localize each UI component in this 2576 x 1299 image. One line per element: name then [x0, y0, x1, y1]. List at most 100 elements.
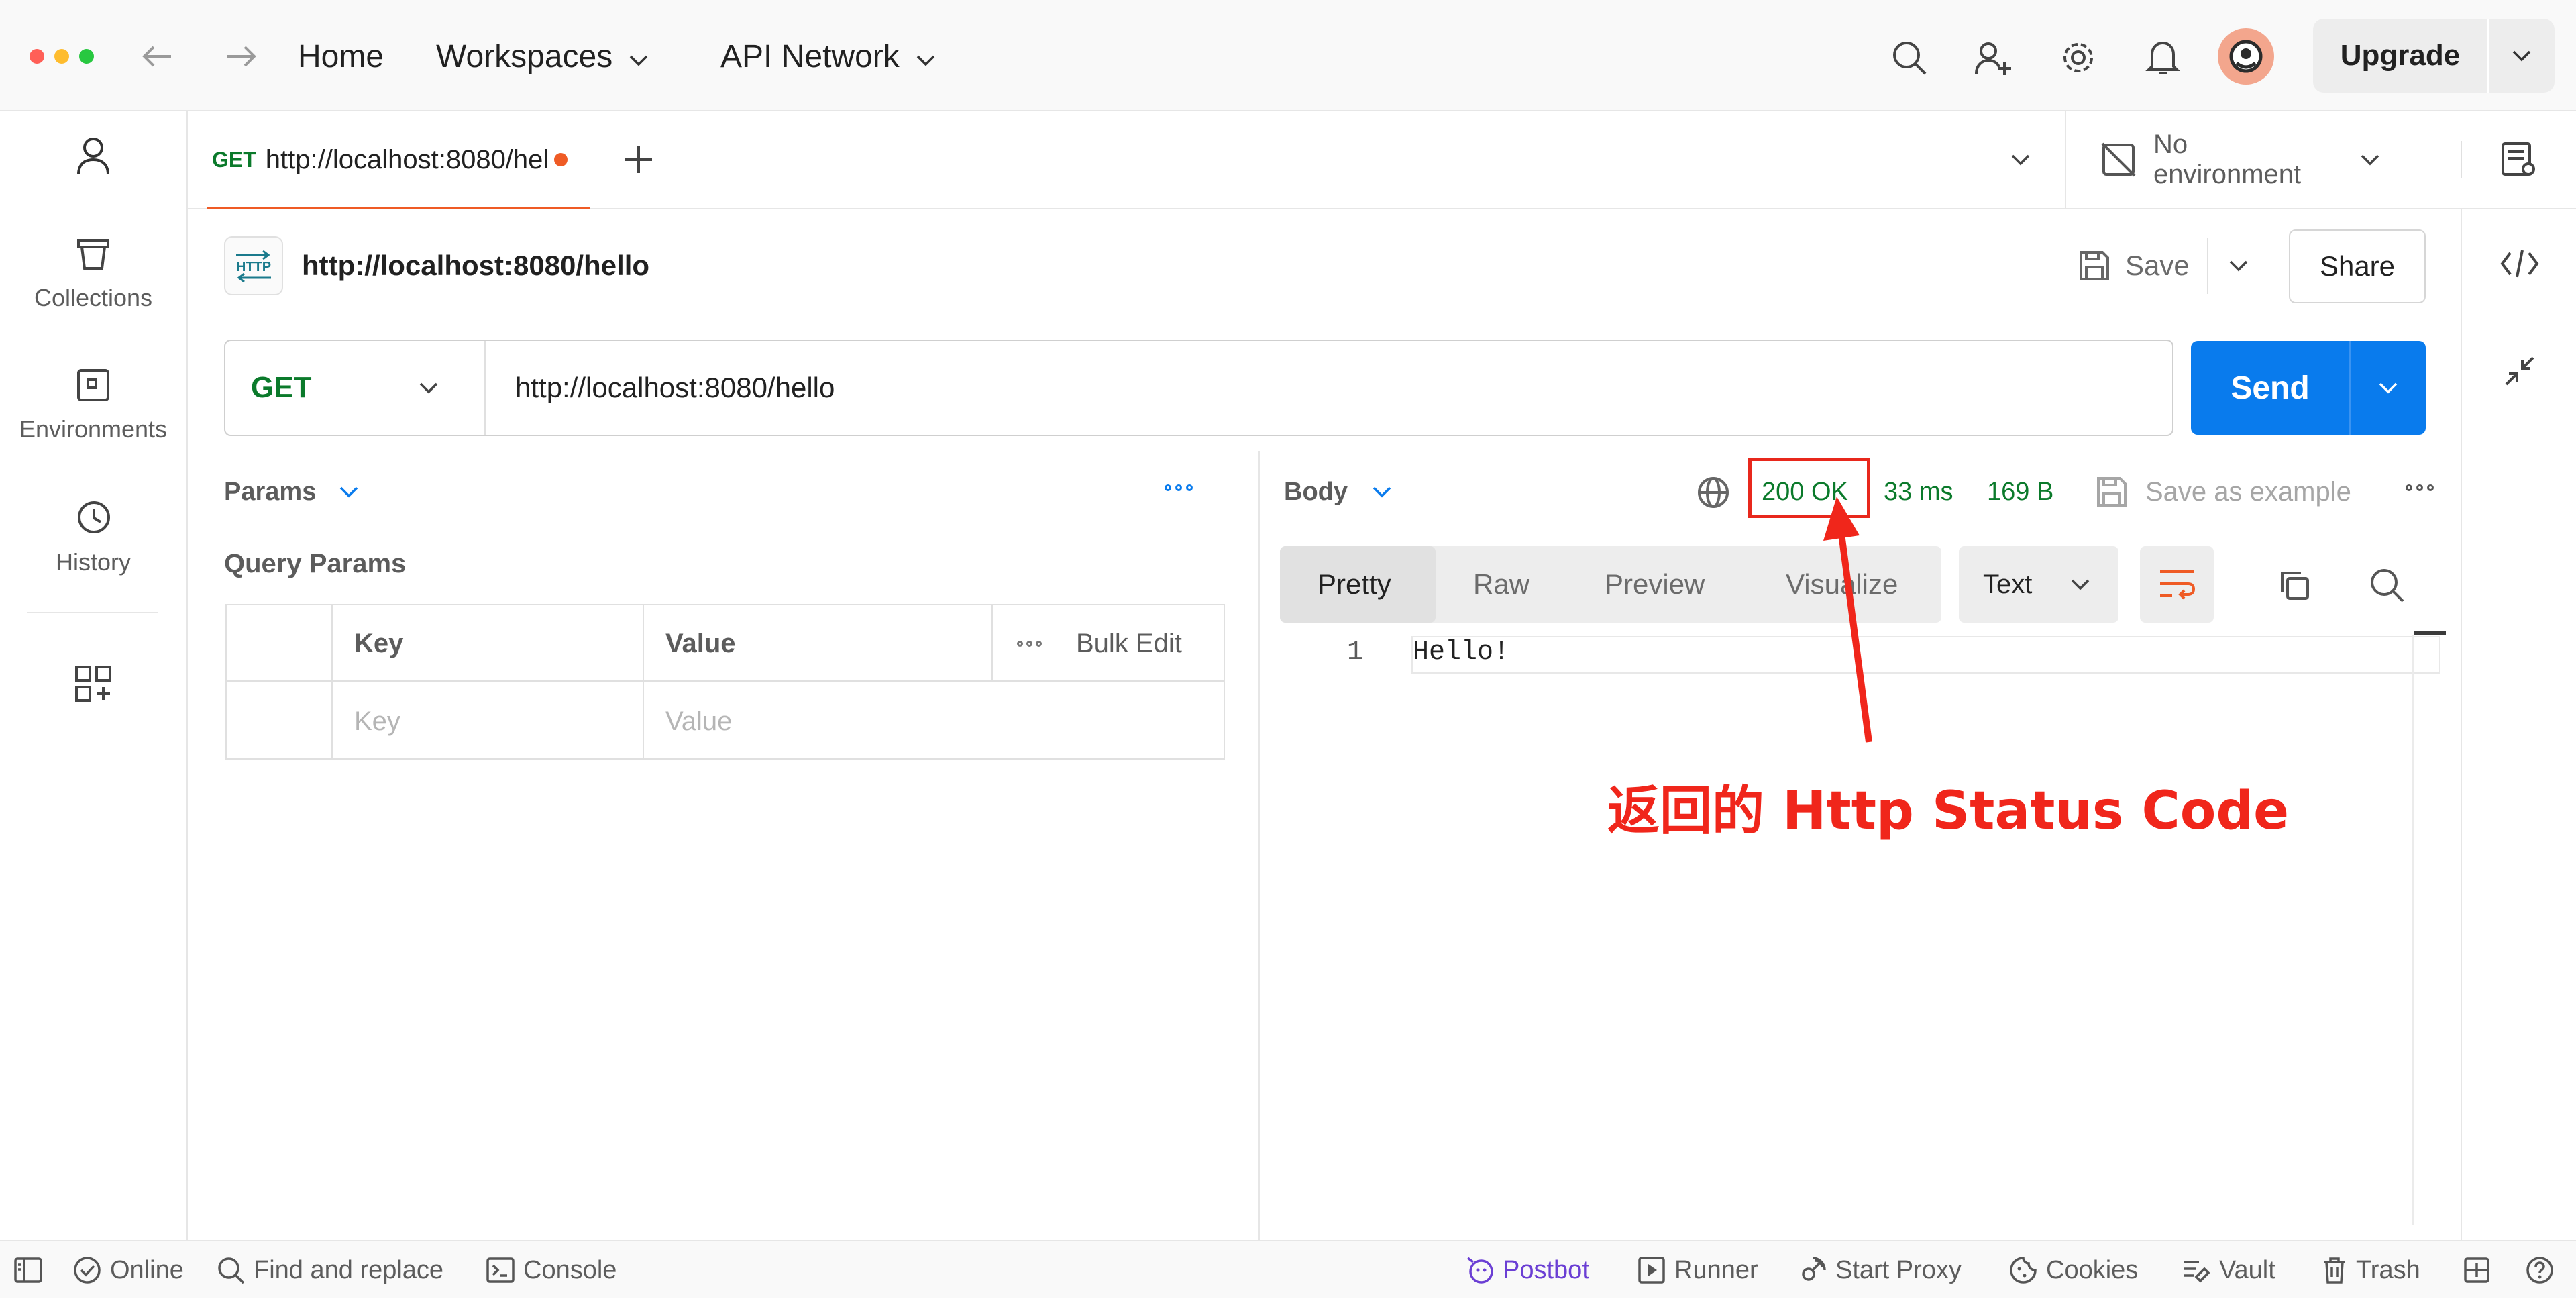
response-more-options-icon[interactable]: [2406, 484, 2434, 491]
method-select[interactable]: GET: [225, 341, 486, 435]
sidebar-item-history[interactable]: History: [0, 498, 186, 576]
chevron-down-icon[interactable]: [2351, 381, 2426, 395]
tab-visualize[interactable]: Visualize: [1786, 546, 1898, 623]
collapse-arrows-icon[interactable]: [2494, 349, 2545, 393]
scrollbar-thumb[interactable]: [2414, 631, 2446, 635]
runner-label: Runner: [1674, 1255, 1758, 1284]
tab-pretty[interactable]: Pretty: [1318, 546, 1391, 623]
layout-toggle-icon[interactable]: [2463, 1241, 2490, 1299]
format-select[interactable]: Text: [1959, 546, 2118, 623]
history-icon: [74, 498, 113, 540]
add-workbench-icon[interactable]: [0, 664, 186, 703]
value-input[interactable]: Value: [665, 683, 732, 760]
api-network-label: API Network: [720, 38, 900, 74]
search-icon[interactable]: [2365, 564, 2408, 607]
minimize-window-button[interactable]: [54, 49, 69, 64]
find-replace-button[interactable]: Find and replace: [216, 1241, 443, 1299]
forward-arrow-icon[interactable]: [221, 36, 262, 76]
toggle-sidebar-icon[interactable]: [13, 1241, 43, 1299]
response-size[interactable]: 169 B: [1987, 470, 2053, 514]
method-label: GET: [251, 371, 312, 404]
bulk-edit-button[interactable]: Bulk Edit: [1076, 605, 1182, 682]
chevron-down-icon: [419, 381, 439, 395]
globe-icon[interactable]: [1693, 472, 1733, 513]
api-network-menu[interactable]: API Network: [720, 32, 936, 81]
online-label: Online: [110, 1255, 184, 1284]
save-button[interactable]: Save: [2077, 236, 2249, 295]
tab-preview[interactable]: Preview: [1605, 546, 1705, 623]
back-arrow-icon[interactable]: [137, 36, 177, 76]
workspaces-menu[interactable]: Workspaces: [436, 32, 649, 81]
avatar[interactable]: [2218, 28, 2274, 85]
key-column-header: Key: [354, 628, 404, 658]
body-label: Body: [1284, 477, 1348, 506]
proxy-icon: [1798, 1255, 1827, 1285]
user-profile-icon[interactable]: [0, 136, 186, 177]
gear-icon[interactable]: [2054, 34, 2102, 82]
send-button[interactable]: Send: [2191, 341, 2426, 435]
close-window-button[interactable]: [30, 49, 44, 64]
sidebar-item-collections[interactable]: Collections: [0, 235, 186, 312]
start-proxy-label: Start Proxy: [1835, 1255, 1962, 1284]
vault-button[interactable]: Vault: [2182, 1241, 2275, 1299]
chevron-down-icon: [2070, 578, 2090, 591]
upgrade-label: Upgrade: [2340, 39, 2461, 72]
chevron-down-icon: [2360, 153, 2380, 166]
response-body-text[interactable]: Hello!: [1413, 637, 1509, 668]
line-number: 1: [1347, 637, 1364, 668]
home-link[interactable]: Home: [298, 32, 384, 81]
share-button[interactable]: Share: [2289, 229, 2426, 303]
postbot-button[interactable]: Postbot: [1465, 1241, 1589, 1299]
svg-text:HTTP: HTTP: [236, 260, 271, 274]
url-input[interactable]: [514, 371, 2124, 405]
copy-icon[interactable]: [2273, 564, 2316, 607]
tab-bar: GET http://localhost:8080/hello No envir…: [188, 111, 2576, 209]
new-tab-plus-icon[interactable]: [617, 138, 660, 181]
table-row: Key Value: [227, 683, 1224, 760]
tabs-overflow-chevron-icon[interactable]: [2002, 145, 2039, 174]
tab-method: GET: [212, 147, 256, 172]
console-button[interactable]: Console: [486, 1241, 616, 1299]
runner-button[interactable]: Runner: [1637, 1241, 1758, 1299]
code-snippet-icon[interactable]: [2494, 242, 2545, 286]
trash-button[interactable]: Trash: [2321, 1241, 2420, 1299]
request-title[interactable]: http://localhost:8080/hello: [302, 250, 649, 282]
response-view-tabs: Pretty Raw Preview Visualize: [1280, 546, 1941, 623]
chevron-down-icon[interactable]: [2489, 49, 2555, 62]
chevron-down-icon[interactable]: [2229, 259, 2249, 272]
chevron-down-icon: [1372, 485, 1392, 499]
scrollbar-track[interactable]: [2412, 635, 2414, 1225]
active-tab-indicator: [207, 207, 590, 209]
bulk-edit-more-icon[interactable]: [1017, 605, 1042, 682]
params-more-options-icon[interactable]: [1165, 484, 1193, 491]
trash-can-icon: [74, 235, 112, 276]
params-dropdown[interactable]: Params: [224, 470, 359, 514]
bell-icon[interactable]: [2139, 34, 2187, 82]
request-tab[interactable]: GET http://localhost:8080/hello: [207, 111, 590, 208]
environment-selector[interactable]: No environment: [2065, 111, 2380, 208]
play-icon: [1637, 1255, 1666, 1285]
tab-raw[interactable]: Raw: [1473, 546, 1529, 623]
save-as-example-label: Save as example: [2145, 476, 2351, 507]
maximize-window-button[interactable]: [79, 49, 94, 64]
search-icon[interactable]: [1885, 34, 1933, 82]
response-body-dropdown[interactable]: Body: [1284, 470, 1392, 514]
environment-quick-look-icon[interactable]: [2496, 138, 2542, 181]
sidebar-item-label: Environments: [19, 415, 168, 443]
key-input[interactable]: Key: [354, 683, 400, 760]
start-proxy-button[interactable]: Start Proxy: [1798, 1241, 1962, 1299]
wrap-lines-icon[interactable]: [2140, 546, 2214, 623]
save-as-example-button[interactable]: Save as example: [2094, 470, 2351, 514]
help-icon[interactable]: [2525, 1241, 2555, 1299]
status-highlight-box: [1748, 458, 1870, 518]
pane-divider[interactable]: [1258, 451, 1260, 1240]
response-time[interactable]: 33 ms: [1884, 470, 1953, 514]
save-icon: [2077, 248, 2112, 283]
unsaved-indicator: [553, 153, 568, 166]
upgrade-button[interactable]: Upgrade: [2313, 19, 2555, 93]
online-status[interactable]: Online: [72, 1241, 184, 1299]
query-params-title: Query Params: [224, 549, 407, 578]
cookies-button[interactable]: Cookies: [2008, 1241, 2138, 1299]
sidebar-item-environments[interactable]: Environments: [0, 366, 186, 444]
invite-user-icon[interactable]: [1968, 34, 2017, 82]
